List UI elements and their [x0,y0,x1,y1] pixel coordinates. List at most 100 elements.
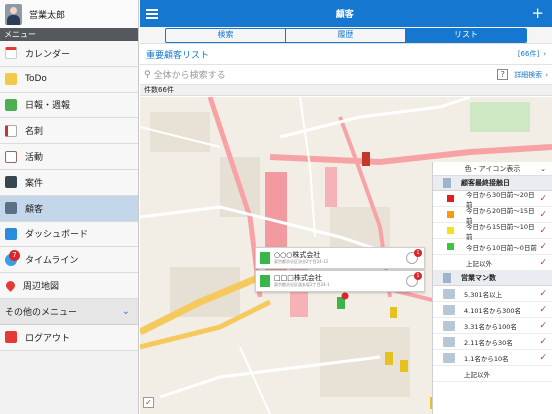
building-icon [260,275,270,287]
page-title: 顧客 [335,10,354,20]
add-icon[interactable]: + [531,6,544,21]
chevron-down-icon: ⌄ [121,305,130,317]
legend-row[interactable]: 上記以外 [433,366,552,382]
logout-icon [5,331,17,344]
sidebar-item-dashboard[interactable]: ダッシュボード [0,221,138,248]
checkmark-icon: ✓ [539,288,547,299]
map-pin-icon [4,279,17,292]
checkmark-icon: ✓ [539,193,547,204]
legend-row[interactable]: 今日から15日前〜10日前 ✓ [433,223,552,241]
deal-icon [5,176,17,189]
user-profile[interactable]: 営業太郎 [0,0,138,28]
sidebar-item-customer[interactable]: 顧客 [0,195,138,222]
orange-swatch-icon [447,211,454,218]
other-menu-toggle[interactable]: その他のメニュー ⌄ [0,298,138,325]
sidebar-item-nearby-map[interactable]: 周辺地図 [0,273,138,299]
checkmark-icon: ✓ [539,304,547,315]
list-title: 重要顧客リスト [146,50,210,61]
legend-row[interactable]: 上記以外 ✓ [433,255,552,271]
legend-row[interactable]: 3.31名から100名 ✓ [433,318,552,334]
main-panel: 顧客 + 検索 履歴 リスト 重要顧客リスト [66件] › ⚲ 全体から検索す… [140,0,552,414]
tab-search[interactable]: 検索 [166,28,286,42]
callout-badge: 1 [414,272,422,280]
legend-section-sales-count: 営業マン数 [433,271,552,286]
business-card-icon [5,124,17,137]
sidebar-item-calendar[interactable]: カレンダー [0,41,138,67]
legend-row[interactable]: 5.301名以上 ✓ [433,286,552,302]
tab-list[interactable]: リスト [406,28,526,42]
chevron-right-icon: › [543,50,546,58]
list-header[interactable]: 重要顧客リスト [66件] › [140,44,552,65]
map-callout[interactable]: □□□株式会社 東京都渋谷区道玄坂2丁目24-1 1 [255,270,425,292]
map-view[interactable]: ○○○株式会社 東京都渋谷区渋谷2丁目24-12 1 □□□株式会社 東京都渋谷… [140,97,552,414]
hamburger-menu-icon[interactable] [146,8,158,19]
activity-icon [5,150,17,163]
checkmark-icon: ✓ [539,225,547,236]
legend-title[interactable]: 色・アイコン表示 ⌄ [433,162,552,176]
sidebar-item-label: カレンダー [25,49,71,60]
legend-panel: 色・アイコン表示 ⌄ 顧客最終接触日 今日から30日前〜20日前 ✓ 今日から20… [432,162,552,414]
sidebar: 営業太郎 メニュー カレンダー ToDo 日報・週報 名刺 活動 案件 顧客 ダ… [0,0,139,414]
legend-row[interactable]: 今日から10日前〜0日前 ✓ [433,239,552,255]
map-callout[interactable]: ○○○株式会社 東京都渋谷区渋谷2丁目24-12 1 [255,247,425,269]
house-icon [443,352,455,363]
chevron-down-icon: ⌄ [540,165,546,173]
legend-row-label: 上記以外 [464,370,490,379]
help-button[interactable]: ? [497,69,509,80]
sidebar-item-label: 活動 [25,153,44,164]
logout-button[interactable]: ログアウト [0,324,138,351]
map-checkbox[interactable]: ✓ [143,397,154,408]
search-icon: ⚲ [144,69,151,80]
folder-icon [5,73,17,86]
user-name: 営業太郎 [29,10,66,21]
yellow-swatch-icon [447,227,454,234]
advanced-search-link[interactable]: 詳細検索 [514,70,542,80]
callout-address: 東京都渋谷区道玄坂2丁目24-1 [274,282,330,287]
sidebar-item-label: 顧客 [25,204,44,215]
chevron-right-icon: › [545,70,548,79]
green-swatch-icon [447,243,454,250]
top-bar: 顧客 + [140,0,552,27]
list-count-value: [66件] [517,50,540,58]
callout-name: □□□株式会社 [274,274,322,282]
sidebar-item-business-card[interactable]: 名刺 [0,118,138,145]
sidebar-item-label: 名刺 [25,127,44,138]
small-building-icon [443,336,455,347]
legend-row-label: 5.301名以上 [464,290,503,299]
legend-row-label: 3.31名から100名 [464,322,517,331]
legend-row[interactable]: 1.1名から10名 ✓ [433,350,552,366]
search-bar: ⚲ 全体から検索する ? 詳細検索 › [140,65,552,85]
large-building-icon [443,288,455,299]
tab-history[interactable]: 履歴 [286,28,406,42]
logout-label: ログアウト [25,333,71,344]
sidebar-item-label: ToDo [25,74,47,85]
menu-header: メニュー [0,28,138,41]
checkmark-icon: ✓ [539,241,547,252]
legend-row-label: 上記以外 [466,259,492,268]
checkmark-icon: ✓ [539,209,547,220]
sidebar-item-timeline[interactable]: 7 タイムライン [0,247,138,274]
dashboard-icon [5,227,17,240]
sidebar-item-report[interactable]: 日報・週報 [0,92,138,119]
sidebar-item-deal[interactable]: 案件 [0,169,138,196]
empty-icon [443,369,455,379]
legend-row[interactable]: 4.101名から300名 ✓ [433,302,552,318]
sidebar-item-label: 案件 [25,178,44,189]
legend-title-text: 色・アイコン表示 [464,165,521,173]
search-input[interactable]: 全体から検索する [154,68,498,81]
legend-row-label: 4.101名から300名 [464,306,522,315]
legend-section-label: 顧客最終接触日 [461,179,510,187]
checkmark-icon: ✓ [539,352,547,363]
building-icon [260,252,270,264]
callout-badge: 1 [414,249,422,257]
notification-badge: 7 [9,250,20,262]
avatar [5,3,22,25]
sidebar-item-activity[interactable]: 活動 [0,144,138,170]
legend-row-label: 今日から10日前〜0日前 [466,243,537,252]
sidebar-item-label: タイムライン [25,256,79,267]
sidebar-item-todo[interactable]: ToDo [0,66,138,93]
sidebar-item-label: 日報・週報 [25,101,71,112]
callout-name: ○○○株式会社 [274,251,321,259]
legend-row[interactable]: 2.11名から30名 ✓ [433,334,552,350]
calendar-icon [5,47,17,60]
